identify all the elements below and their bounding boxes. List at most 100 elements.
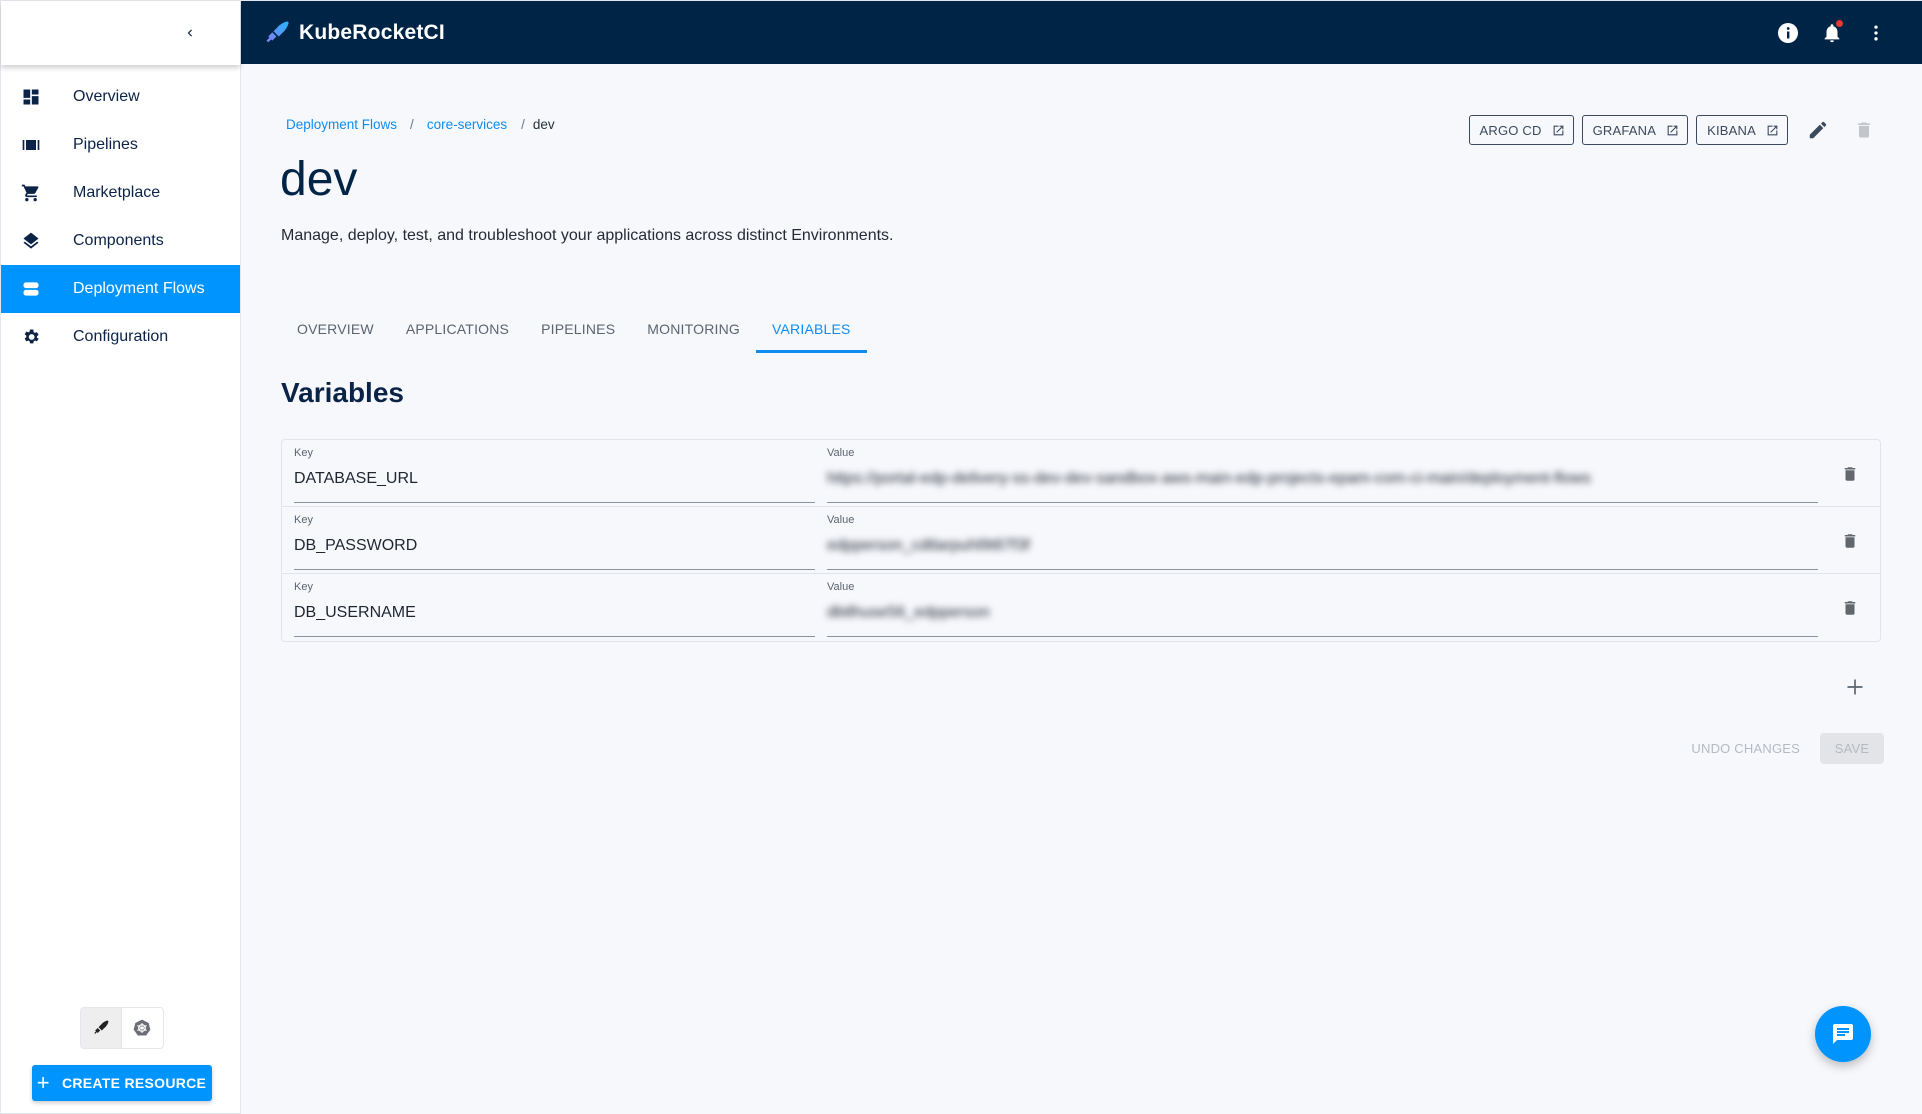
argocd-label: ARGO CD [1479, 122, 1542, 138]
pencil-icon [1809, 121, 1827, 139]
plus-icon: + [36, 1070, 50, 1095]
breadcrumb-deployment-flows[interactable]: Deployment Flows [286, 117, 397, 132]
value-field[interactable]: Value dbtlhuse56_edpperson [827, 581, 1818, 637]
sidebar-item-overview[interactable]: Overview [1, 73, 240, 121]
sidebar-item-marketplace[interactable]: Marketplace [1, 169, 240, 217]
key-underline [294, 569, 815, 570]
key-input[interactable]: DB_USERNAME [294, 602, 815, 624]
info-icon [1778, 22, 1798, 43]
page-title: dev [280, 153, 358, 206]
breadcrumb-separator: / [521, 117, 525, 132]
layers-icon [21, 231, 41, 251]
value-label: Value [827, 447, 855, 459]
cart-icon [21, 183, 41, 203]
sidebar-item-label: Configuration [73, 328, 169, 345]
key-underline [294, 502, 815, 503]
value-input[interactable]: dbtlhuse56_edpperson [827, 602, 1818, 624]
sidebar: Overview Pipelines Marketplace Component… [0, 0, 241, 1114]
create-resource-button[interactable]: + CREATE RESOURCE [31, 1065, 212, 1101]
edit-button[interactable] [1798, 110, 1838, 150]
plus-icon [1847, 679, 1863, 695]
kubernetes-icon [133, 1019, 151, 1036]
delete-variable-button[interactable] [1838, 529, 1862, 553]
undo-changes-button[interactable]: UNDO CHANGES [1691, 741, 1800, 756]
rocket-mode-button[interactable] [80, 1008, 122, 1048]
delete-variable-button[interactable] [1838, 462, 1862, 486]
kubernetes-mode-button[interactable] [122, 1008, 163, 1048]
sidebar-item-deployment-flows[interactable]: Deployment Flows [1, 265, 240, 313]
dashboard-icon [21, 87, 41, 107]
sidebar-item-pipelines[interactable]: Pipelines [1, 121, 240, 169]
sidebar-nav: Overview Pipelines Marketplace Component… [1, 73, 240, 361]
kibana-label: KIBANA [1707, 122, 1756, 138]
tab-variables[interactable]: VARIABLES [756, 309, 867, 353]
sidebar-item-label: Pipelines [73, 136, 138, 153]
key-field[interactable]: Key DB_PASSWORD [294, 514, 815, 570]
sidebar-item-label: Deployment Flows [73, 280, 205, 297]
value-underline [827, 502, 1818, 503]
sidebar-item-label: Overview [73, 88, 140, 105]
key-field[interactable]: Key DB_USERNAME [294, 581, 815, 637]
breadcrumb-current: dev [532, 117, 555, 132]
key-label: Key [294, 581, 313, 593]
breadcrumb-separator: / [410, 117, 414, 132]
external-link-icon [1553, 125, 1563, 135]
brand[interactable]: KubeRocketCI [263, 19, 445, 47]
tab-monitoring[interactable]: MONITORING [631, 309, 756, 349]
key-input[interactable]: DB_PASSWORD [294, 535, 815, 557]
external-link-icon [1767, 125, 1778, 135]
save-button[interactable]: SAVE [1820, 733, 1884, 764]
trash-icon [1844, 467, 1856, 481]
add-variable-button[interactable] [1837, 669, 1873, 705]
app-name: KubeRocketCI [299, 20, 445, 44]
collapse-sidebar-button[interactable] [176, 19, 204, 47]
pipelines-icon [21, 135, 41, 155]
tab-applications[interactable]: APPLICATIONS [390, 309, 525, 349]
chat-icon [1833, 1024, 1853, 1044]
variable-row: Key DATABASE_URL Value https://portal-ed… [282, 440, 1880, 507]
notification-badge [1836, 19, 1843, 27]
value-input[interactable]: edpperson_cdtlarpuhl9t87f3f [827, 535, 1818, 557]
more-menu-button[interactable] [1856, 13, 1896, 53]
variables-table: Key DATABASE_URL Value https://portal-ed… [281, 439, 1881, 642]
breadcrumb-core-services[interactable]: core-services [427, 117, 507, 132]
breadcrumb: Deployment Flows / core-services / dev [286, 117, 555, 132]
value-field[interactable]: Value https://portal-edp-delivery-ss-dev… [827, 447, 1818, 503]
value-label: Value [827, 581, 855, 593]
value-underline [827, 569, 1818, 570]
value-field[interactable]: Value edpperson_cdtlarpuhl9t87f3f [827, 514, 1818, 570]
more-vertical-icon [1874, 25, 1878, 40]
trash-icon [1844, 534, 1856, 548]
tab-overview[interactable]: OVERVIEW [281, 309, 390, 349]
key-field[interactable]: Key DATABASE_URL [294, 447, 815, 503]
sidebar-header [1, 1, 240, 65]
sidebar-item-configuration[interactable]: Configuration [1, 313, 240, 361]
kibana-link-button[interactable]: KIBANA [1696, 115, 1788, 145]
top-actions [1764, 13, 1896, 53]
key-input[interactable]: DATABASE_URL [294, 468, 815, 490]
header-actions: ARGO CD GRAFANA KIBANA [1461, 110, 1885, 150]
deployment-flows-icon [21, 279, 41, 299]
grafana-link-button[interactable]: GRAFANA [1581, 115, 1689, 145]
page-description: Manage, deploy, test, and troubleshoot y… [281, 227, 894, 244]
grafana-label: GRAFANA [1592, 122, 1657, 138]
key-label: Key [294, 514, 313, 526]
value-input[interactable]: https://portal-edp-delivery-ss-dev-dev-s… [827, 468, 1818, 490]
variable-row: Key DB_USERNAME Value dbtlhuse56_edppers… [282, 574, 1880, 641]
delete-button[interactable] [1844, 110, 1884, 150]
chevron-left-icon [187, 29, 192, 37]
sidebar-item-label: Marketplace [73, 184, 161, 201]
value-underline [827, 636, 1818, 637]
delete-variable-button[interactable] [1838, 596, 1862, 620]
tab-pipelines[interactable]: PIPELINES [525, 309, 631, 349]
argocd-link-button[interactable]: ARGO CD [1468, 115, 1574, 145]
notifications-button[interactable] [1812, 13, 1852, 53]
sidebar-item-components[interactable]: Components [1, 217, 240, 265]
trash-icon [1844, 601, 1856, 615]
rocket-logo-icon [266, 20, 289, 42]
rocket-icon [93, 1020, 108, 1034]
variables-title: Variables [281, 377, 404, 408]
key-label: Key [294, 447, 313, 459]
chat-fab-button[interactable] [1815, 1006, 1871, 1062]
info-button[interactable] [1768, 13, 1808, 53]
